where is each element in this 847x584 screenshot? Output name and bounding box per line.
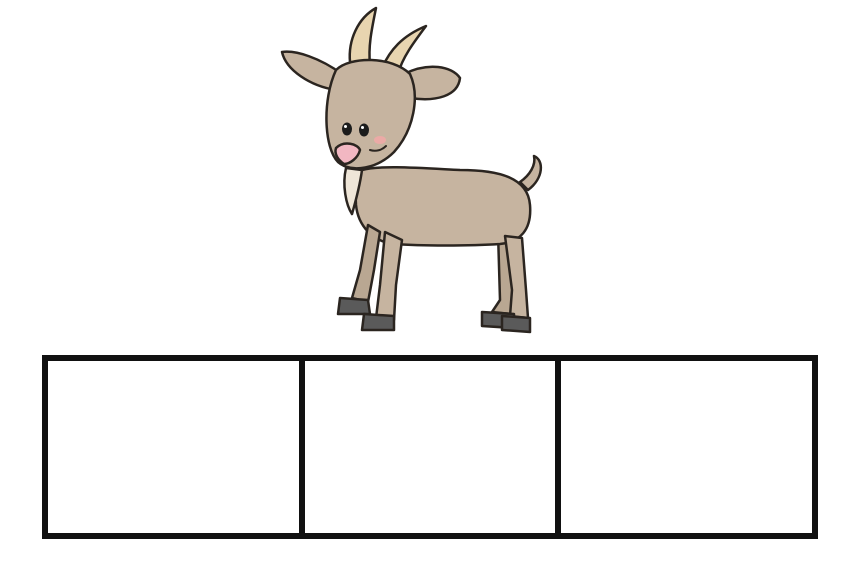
goat-illustration bbox=[0, 0, 847, 350]
answer-boxes bbox=[42, 355, 818, 539]
answer-box-3[interactable] bbox=[555, 361, 813, 533]
goat-icon bbox=[280, 6, 542, 334]
answer-box-2[interactable] bbox=[298, 361, 556, 533]
answer-box-1[interactable] bbox=[48, 361, 299, 533]
